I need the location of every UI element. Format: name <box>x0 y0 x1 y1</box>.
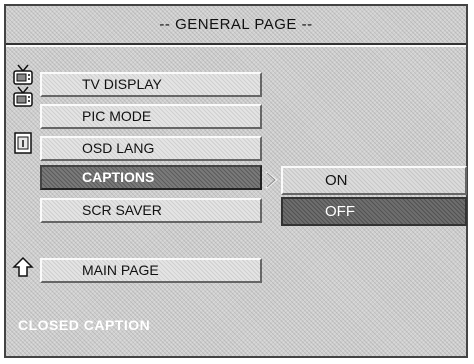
up-arrow-icon <box>12 256 34 277</box>
menu-item-main-page[interactable]: MAIN PAGE <box>40 258 262 283</box>
menu-item-label: OSD LANG <box>82 140 155 156</box>
menu-item-label: CAPTIONS <box>82 169 155 185</box>
page-title: -- GENERAL PAGE -- <box>159 16 313 33</box>
document-icon <box>14 132 32 154</box>
menu-item-tv-display[interactable]: TV DISPLAY <box>40 72 262 97</box>
menu-item-label: SCR SAVER <box>82 202 162 218</box>
tv-icon <box>13 86 33 107</box>
option-label: ON <box>325 172 348 189</box>
menu-item-scr-saver[interactable]: SCR SAVER <box>40 198 262 223</box>
submenu-arrow-icon <box>265 171 278 189</box>
menu-item-label: MAIN PAGE <box>82 262 159 278</box>
tv-icon <box>13 64 33 85</box>
menu-item-label: TV DISPLAY <box>82 76 162 92</box>
menu-item-captions[interactable]: CAPTIONS <box>40 165 262 190</box>
general-page-screen: -- GENERAL PAGE -- TV DISPLAY PIC MODE O… <box>4 4 468 358</box>
menu-item-osd-lang[interactable]: OSD LANG <box>40 136 262 161</box>
title-divider <box>6 43 466 47</box>
menu-item-pic-mode[interactable]: PIC MODE <box>40 104 262 129</box>
option-on[interactable]: ON <box>281 166 467 195</box>
option-off[interactable]: OFF <box>281 197 467 226</box>
status-bar-text: CLOSED CAPTION <box>18 317 151 333</box>
menu-item-label: PIC MODE <box>82 108 152 124</box>
option-label: OFF <box>325 203 355 220</box>
